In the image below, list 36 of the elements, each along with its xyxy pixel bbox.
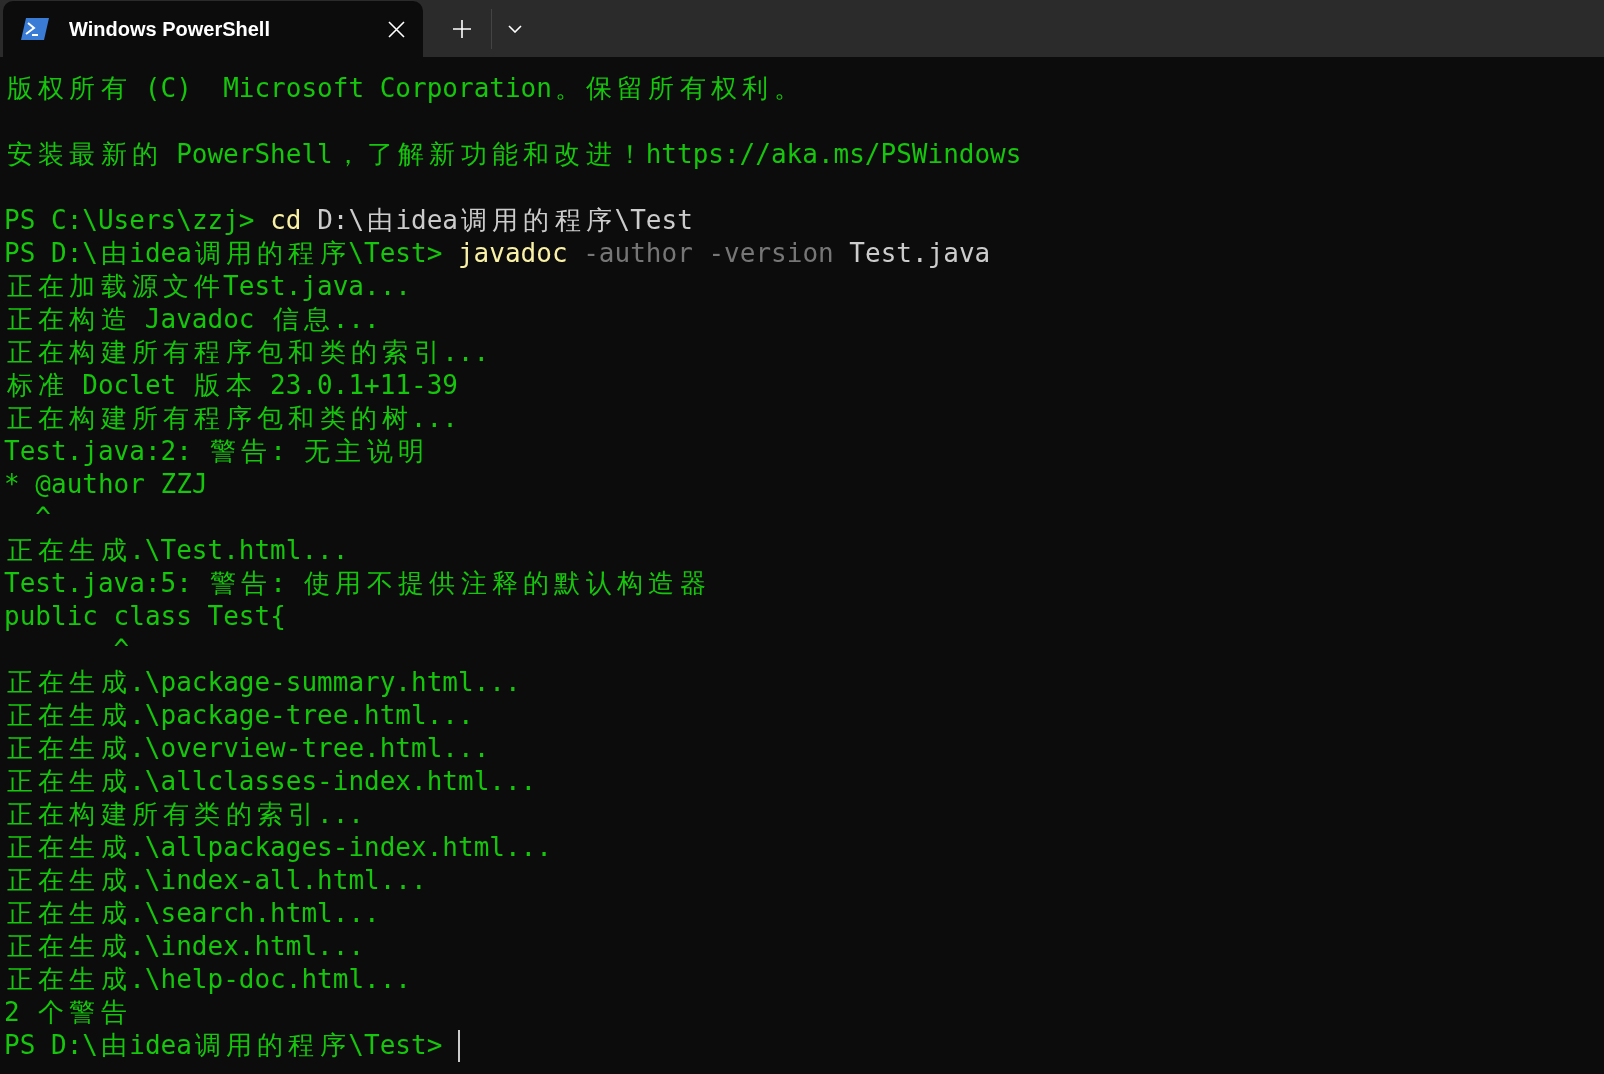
new-tab-icon[interactable] bbox=[453, 20, 471, 38]
close-icon[interactable] bbox=[388, 20, 405, 38]
output-line: Test.java:5: 警告: 使用不提供注释的默认构造器 bbox=[4, 567, 707, 600]
output-line: 正在生成.\overview-tree.html... bbox=[5, 732, 490, 765]
output-line: 正在构建所有程序包和类的索引... bbox=[5, 336, 490, 369]
powershell-icon bbox=[21, 18, 49, 40]
prompt-text: PS D:\由idea调用的程序\Test> bbox=[4, 237, 444, 270]
output-line: 正在生成.\allpackages-index.html... bbox=[5, 831, 552, 864]
output-line: 安装最新的 PowerShell，了解新功能和改进！https://aka.ms/PSWindows bbox=[5, 138, 1022, 171]
argument-text: D:\由idea调用的程序\Test bbox=[316, 204, 693, 237]
output-line: Test.java:2: 警告: 无主说明 bbox=[4, 435, 425, 468]
output-line: ^ bbox=[112, 633, 130, 666]
output-line: 正在生成.\index-all.html... bbox=[5, 864, 427, 897]
output-line: 正在构建所有程序包和类的树... bbox=[5, 402, 458, 435]
tab-title: Windows PowerShell bbox=[69, 17, 270, 42]
option-text: -author -version bbox=[582, 237, 834, 270]
terminal-tab[interactable]: Windows PowerShell bbox=[3, 1, 423, 57]
output-line: 正在生成.\allclasses-index.html... bbox=[5, 765, 537, 798]
output-line: 正在生成.\search.html... bbox=[5, 897, 380, 930]
output-line: * @author ZZJ bbox=[4, 468, 208, 501]
prompt-text: PS D:\由idea调用的程序\Test> bbox=[4, 1029, 444, 1062]
output-line: public class Test{ bbox=[4, 600, 286, 633]
command-text: cd bbox=[270, 204, 302, 237]
output-line: 正在生成.\package-summary.html... bbox=[5, 666, 521, 699]
output-line: 正在构建所有类的索引... bbox=[5, 798, 364, 831]
dropdown-icon[interactable] bbox=[508, 25, 522, 33]
output-line: 2 个警告 bbox=[4, 996, 128, 1029]
output-line: 版权所有 (C) Microsoft Corporation。保留所有权利。 bbox=[5, 72, 801, 105]
output-line: 正在生成.\help-doc.html... bbox=[5, 963, 411, 996]
output-line: 正在构造 Javadoc 信息... bbox=[5, 303, 380, 336]
output-line: 正在生成.\Test.html... bbox=[5, 534, 349, 567]
output-line: 正在生成.\index.html... bbox=[5, 930, 365, 963]
output-line: 正在加载源文件Test.java... bbox=[5, 270, 411, 303]
prompt-text: PS C:\Users\zzj> bbox=[4, 204, 256, 237]
output-line: ^ bbox=[34, 501, 51, 534]
output-line: 标准 Doclet 版本 23.0.1+11-39 bbox=[5, 369, 458, 402]
